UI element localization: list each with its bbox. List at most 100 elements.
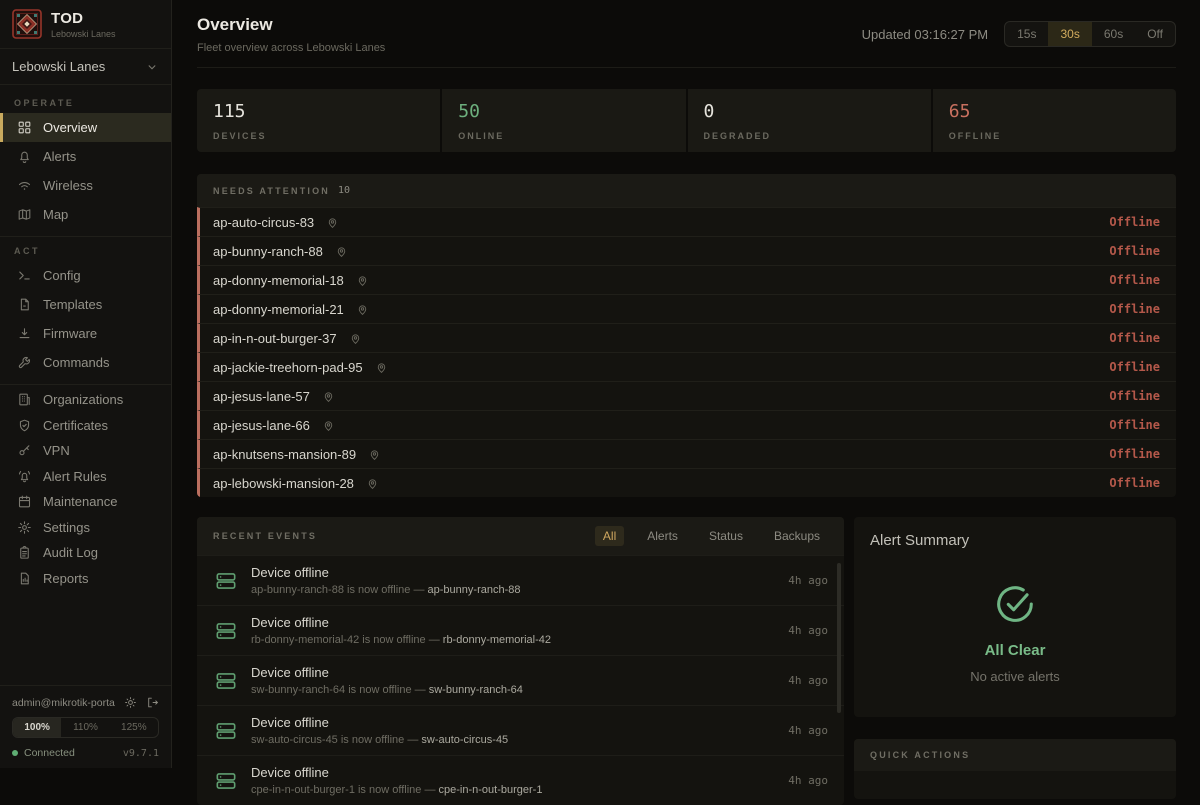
- map-pin-icon[interactable]: [326, 216, 339, 229]
- event-description: sw-auto-circus-45 is now offline: [251, 734, 404, 746]
- device-row[interactable]: ap-donny-memorial-18 Offline: [197, 265, 1176, 294]
- event-row[interactable]: Device offline sw-auto-circus-45 is now …: [197, 705, 844, 755]
- event-row[interactable]: Device offline cpe-in-n-out-burger-1 is …: [197, 755, 844, 805]
- device-status-badge: Offline: [1109, 360, 1160, 374]
- device-name: ap-donny-memorial-21: [213, 302, 344, 317]
- sidebar-item-certificates[interactable]: Certificates: [0, 413, 171, 439]
- sidebar-item-settings[interactable]: Settings: [0, 515, 171, 541]
- zoom-option-125[interactable]: 125%: [110, 718, 158, 737]
- sidebar-item-label: Organizations: [43, 392, 123, 407]
- refresh-30s-button[interactable]: 30s: [1048, 22, 1091, 46]
- sidebar-item-organizations[interactable]: Organizations: [0, 387, 171, 413]
- theme-sun-icon[interactable]: [124, 696, 137, 709]
- map-pin-icon[interactable]: [322, 419, 335, 432]
- updated-timestamp: Updated 03:16:27 PM: [862, 27, 988, 42]
- sidebar-item-audit-log[interactable]: Audit Log: [0, 540, 171, 566]
- key-icon: [17, 443, 32, 458]
- sidebar-item-alerts[interactable]: Alerts: [0, 142, 171, 171]
- sidebar: TOD Lebowski Lanes Lebowski Lanes OPERAT…: [0, 0, 172, 768]
- map-pin-icon[interactable]: [366, 477, 379, 490]
- app-logo-icon: [12, 9, 42, 39]
- device-row[interactable]: ap-knutsens-mansion-89 Offline: [197, 439, 1176, 468]
- sidebar-item-templates[interactable]: Templates: [0, 290, 171, 319]
- device-status-badge: Offline: [1109, 418, 1160, 432]
- map-icon: [17, 207, 32, 222]
- needs-attention-count: 10: [338, 185, 350, 196]
- file-template-icon: [17, 297, 32, 312]
- sidebar-footer: admin@mikrotik-portal.dev 100% 110% 125%…: [0, 685, 171, 768]
- event-row[interactable]: Device offline sw-bunny-ranch-64 is now …: [197, 655, 844, 705]
- brand-text: TOD Lebowski Lanes: [51, 10, 116, 39]
- chevron-down-icon: [145, 60, 159, 74]
- page-subtitle: Fleet overview across Lebowski Lanes: [197, 42, 385, 54]
- map-pin-icon[interactable]: [335, 245, 348, 258]
- recent-events-panel: RECENT EVENTS All Alerts Status Backups …: [197, 517, 844, 805]
- router-icon: [213, 618, 239, 644]
- device-name: ap-donny-memorial-18: [213, 273, 344, 288]
- event-title: Device offline: [251, 565, 776, 580]
- sidebar-item-firmware[interactable]: Firmware: [0, 319, 171, 348]
- map-pin-icon[interactable]: [356, 303, 369, 316]
- device-row[interactable]: ap-bunny-ranch-88 Offline: [197, 236, 1176, 265]
- refresh-off-button[interactable]: Off: [1135, 22, 1175, 46]
- tab-alerts[interactable]: Alerts: [639, 526, 686, 546]
- tab-all[interactable]: All: [595, 526, 624, 546]
- device-row[interactable]: ap-lebowski-mansion-28 Offline: [197, 468, 1176, 497]
- zoom-option-100[interactable]: 100%: [13, 718, 61, 737]
- check-circle-icon: [992, 581, 1038, 627]
- tab-status[interactable]: Status: [701, 526, 751, 546]
- stat-online: 50 ONLINE: [442, 89, 685, 152]
- sidebar-item-wireless[interactable]: Wireless: [0, 171, 171, 200]
- map-pin-icon[interactable]: [322, 390, 335, 403]
- sidebar-item-label: Maintenance: [43, 494, 117, 509]
- device-row[interactable]: ap-jesus-lane-66 Offline: [197, 410, 1176, 439]
- recent-events-header: RECENT EVENTS All Alerts Status Backups: [197, 517, 844, 555]
- device-name: ap-jesus-lane-66: [213, 418, 310, 433]
- event-device: cpe-in-n-out-burger-1: [439, 784, 543, 796]
- needs-attention-panel: NEEDS ATTENTION 10 ap-auto-circus-83 Off…: [197, 174, 1176, 497]
- device-row[interactable]: ap-jackie-treehorn-pad-95 Offline: [197, 352, 1176, 381]
- device-row[interactable]: ap-in-n-out-burger-37 Offline: [197, 323, 1176, 352]
- app-org-subtitle: Lebowski Lanes: [51, 29, 116, 39]
- device-row[interactable]: ap-jesus-lane-57 Offline: [197, 381, 1176, 410]
- refresh-60s-button[interactable]: 60s: [1092, 22, 1135, 46]
- sidebar-item-commands[interactable]: Commands: [0, 348, 171, 377]
- refresh-15s-button[interactable]: 15s: [1005, 22, 1048, 46]
- recent-events-title: RECENT EVENTS: [213, 531, 317, 541]
- logout-icon[interactable]: [146, 696, 159, 709]
- event-separator: —: [415, 684, 426, 696]
- sidebar-item-overview[interactable]: Overview: [0, 113, 171, 142]
- event-row[interactable]: Device offline ap-bunny-ranch-88 is now …: [197, 555, 844, 605]
- sidebar-nav: OPERATE Overview Alerts Wireless Map ACT…: [0, 85, 171, 685]
- device-row[interactable]: ap-donny-memorial-21 Offline: [197, 294, 1176, 323]
- stat-degraded-label: DEGRADED: [704, 131, 915, 141]
- event-description: sw-bunny-ranch-64 is now offline: [251, 684, 412, 696]
- org-selector[interactable]: Lebowski Lanes: [0, 49, 171, 85]
- device-status-badge: Offline: [1109, 476, 1160, 490]
- wrench-icon: [17, 355, 32, 370]
- sidebar-item-alert-rules[interactable]: Alert Rules: [0, 464, 171, 490]
- device-row[interactable]: ap-auto-circus-83 Offline: [197, 207, 1176, 236]
- alert-summary-panel: Alert Summary All Clear No active alerts: [854, 517, 1176, 717]
- map-pin-icon[interactable]: [368, 448, 381, 461]
- device-name: ap-jackie-treehorn-pad-95: [213, 360, 363, 375]
- sidebar-item-label: Overview: [43, 120, 97, 135]
- sidebar-item-maintenance[interactable]: Maintenance: [0, 489, 171, 515]
- tab-backups[interactable]: Backups: [766, 526, 828, 546]
- device-name: ap-bunny-ranch-88: [213, 244, 323, 259]
- zoom-option-110[interactable]: 110%: [61, 718, 109, 737]
- sidebar-item-map[interactable]: Map: [0, 200, 171, 229]
- map-pin-icon[interactable]: [356, 274, 369, 287]
- map-pin-icon[interactable]: [375, 361, 388, 374]
- sidebar-item-config[interactable]: Config: [0, 261, 171, 290]
- sidebar-item-reports[interactable]: Reports: [0, 566, 171, 592]
- event-row[interactable]: Device offline rb-donny-memorial-42 is n…: [197, 605, 844, 655]
- app-name: TOD: [51, 10, 116, 27]
- alert-summary-title: Alert Summary: [870, 532, 1160, 549]
- events-scrollbar[interactable]: [837, 563, 841, 713]
- sidebar-item-label: Map: [43, 207, 68, 222]
- event-separator: —: [407, 734, 418, 746]
- sidebar-item-vpn[interactable]: VPN: [0, 438, 171, 464]
- event-timestamp: 4h ago: [788, 674, 828, 687]
- map-pin-icon[interactable]: [349, 332, 362, 345]
